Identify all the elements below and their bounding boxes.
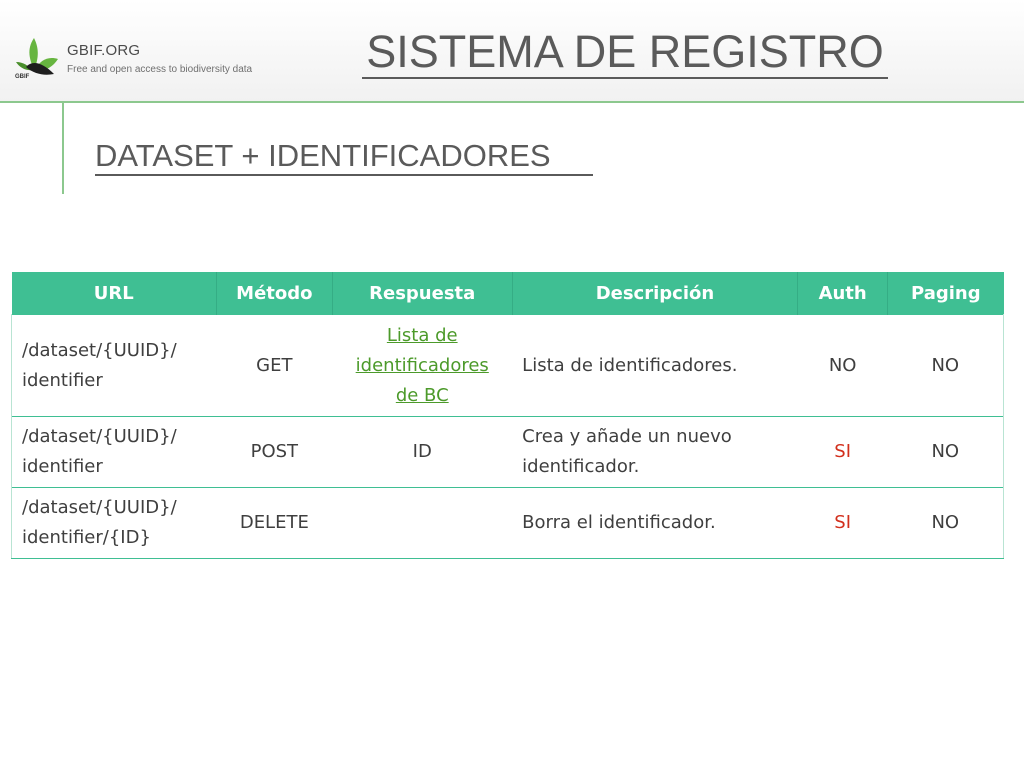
paging-cell: NO — [887, 416, 1004, 488]
logo-name: GBIF.ORG — [67, 42, 141, 59]
url-cell: /dataset/{UUID}/ identifier — [11, 314, 217, 417]
logo-small-text: GBIF — [15, 74, 30, 80]
header-response: Respuesta — [331, 272, 513, 315]
table-row: /dataset/{UUID}/ identifier POST ID Crea… — [11, 416, 1004, 488]
auth-cell: NO — [797, 314, 888, 417]
gbif-leaf-logo-icon: GBIF — [15, 38, 58, 80]
url-line: identifier — [22, 369, 103, 391]
auth-cell: SI — [797, 487, 888, 559]
response-link-line: identificadores — [355, 354, 489, 376]
url-cell: /dataset/{UUID}/ identifier — [11, 416, 217, 488]
response-link[interactable]: Lista de identificadores de BC — [356, 325, 489, 406]
url-line: /dataset/{UUID}/ — [22, 339, 177, 361]
table-row: /dataset/{UUID}/ identifier GET Lista de… — [11, 314, 1004, 417]
response-cell: Lista de identificadores de BC — [332, 314, 513, 417]
method-cell: DELETE — [216, 487, 333, 559]
description-cell: Crea y añade un nuevo identificador. — [512, 416, 798, 488]
slide-header: GBIF GBIF.ORG Free and open access to bi… — [0, 0, 1024, 103]
method-cell: GET — [216, 314, 333, 417]
page-title: SISTEMA DE REGISTRO — [362, 27, 888, 79]
table-row: /dataset/{UUID}/ identifier/{ID} DELETE … — [11, 487, 1004, 559]
response-link-line: de BC — [395, 384, 449, 406]
paging-cell: NO — [887, 487, 1004, 559]
header-description: Descripción — [511, 272, 798, 315]
description-line: identificador. — [522, 456, 640, 477]
url-line: identifier — [22, 456, 103, 477]
vertical-divider — [62, 101, 64, 194]
url-line: /dataset/{UUID}/ — [22, 497, 177, 518]
paging-cell: NO — [887, 314, 1004, 417]
response-cell: ID — [332, 416, 513, 488]
description-line: Crea y añade un nuevo — [522, 426, 732, 447]
auth-cell: SI — [797, 416, 888, 488]
header-url: URL — [11, 272, 217, 315]
url-line: identifier/{ID} — [22, 527, 151, 548]
url-line: /dataset/{UUID}/ — [22, 426, 177, 447]
table-header-row: URL Método Respuesta Descripción Auth Pa… — [11, 272, 1004, 315]
header-method: Método — [215, 272, 333, 315]
description-cell: Borra el identificador. — [512, 487, 798, 559]
logo-tagline: Free and open access to biodiversity dat… — [67, 64, 253, 75]
slide-subtitle: DATASET + IDENTIFICADORES — [95, 138, 593, 176]
url-cell: /dataset/{UUID}/ identifier/{ID} — [11, 487, 217, 559]
method-cell: POST — [216, 416, 333, 488]
header-auth: Auth — [797, 272, 888, 315]
header-paging: Paging — [887, 272, 1004, 315]
response-cell — [332, 487, 513, 559]
response-link-line: Lista de — [386, 324, 458, 346]
api-endpoints-table: URL Método Respuesta Descripción Auth Pa… — [11, 272, 1004, 559]
description-cell: Lista de identificadores. — [512, 314, 798, 417]
